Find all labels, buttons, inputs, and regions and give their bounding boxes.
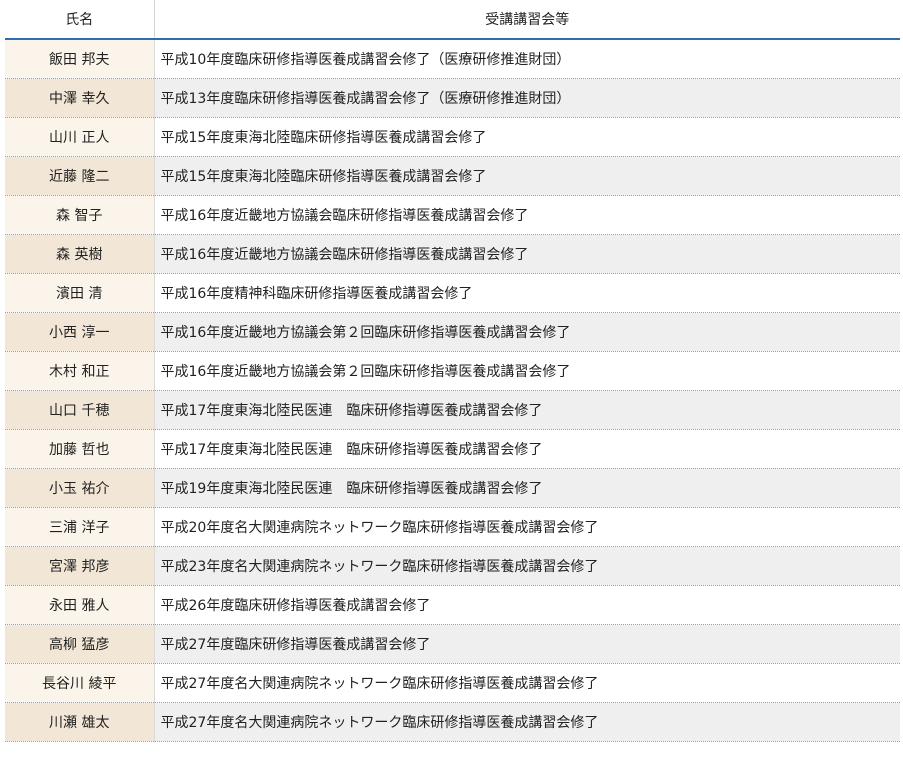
table-row: 加藤 哲也 平成17年度東海北陸民医連 臨床研修指導医養成講習会修了 [5,429,900,469]
instructor-name: 木村 和正 [5,351,155,391]
course-description: 平成16年度近畿地方協議会臨床研修指導医養成講習会修了 [154,195,900,235]
instructor-name: 近藤 隆二 [5,156,155,196]
table-row: 森 英樹 平成16年度近畿地方協議会臨床研修指導医養成講習会修了 [5,234,900,274]
course-description: 平成13年度臨床研修指導医養成講習会修了（医療研修推進財団） [154,78,900,118]
course-description: 平成23年度名大関連病院ネットワーク臨床研修指導医養成講習会修了 [154,546,900,586]
course-description: 平成27年度臨床研修指導医養成講習会修了 [154,624,900,664]
instructor-name: 永田 雅人 [5,585,155,625]
table-row: 宮澤 邦彦 平成23年度名大関連病院ネットワーク臨床研修指導医養成講習会修了 [5,546,900,586]
instructor-name: 山川 正人 [5,117,155,157]
course-description: 平成27年度名大関連病院ネットワーク臨床研修指導医養成講習会修了 [154,702,900,742]
course-description: 平成26年度臨床研修指導医養成講習会修了 [154,585,900,625]
course-description: 平成19年度東海北陸民医連 臨床研修指導医養成講習会修了 [154,468,900,508]
instructor-name: 中澤 幸久 [5,78,155,118]
page: 氏名 受講講習会等 飯田 邦夫 平成10年度臨床研修指導医養成講習会修了（医療研修… [0,0,903,762]
table-row: 木村 和正 平成16年度近畿地方協議会第２回臨床研修指導医養成講習会修了 [5,351,900,391]
table-row: 濱田 清平成16年度精神科臨床研修指導医養成講習会修了 [5,273,900,313]
table-row: 小玉 祐介 平成19年度東海北陸民医連 臨床研修指導医養成講習会修了 [5,468,900,508]
table-row: 小西 淳一 平成16年度近畿地方協議会第２回臨床研修指導医養成講習会修了 [5,312,900,352]
table-row: 山口 千穂 平成17年度東海北陸民医連 臨床研修指導医養成講習会修了 [5,390,900,430]
instructor-name: 小西 淳一 [5,312,155,352]
table-row: 長谷川 綾平 平成27年度名大関連病院ネットワーク臨床研修指導医養成講習会修了 [5,663,900,703]
instructor-course-table: 氏名 受講講習会等 飯田 邦夫 平成10年度臨床研修指導医養成講習会修了（医療研修… [5,0,900,742]
header-course: 受講講習会等 [154,0,900,40]
course-description: 平成17年度東海北陸民医連 臨床研修指導医養成講習会修了 [154,429,900,469]
instructor-name: 加藤 哲也 [5,429,155,469]
table-row: 川瀬 雄太 平成27年度名大関連病院ネットワーク臨床研修指導医養成講習会修了 [5,702,900,742]
table-row: 永田 雅人 平成26年度臨床研修指導医養成講習会修了 [5,585,900,625]
header-name: 氏名 [5,0,155,40]
course-description: 平成16年度精神科臨床研修指導医養成講習会修了 [154,273,900,313]
course-description: 平成17年度東海北陸民医連 臨床研修指導医養成講習会修了 [154,390,900,430]
instructor-name: 森 智子 [5,195,155,235]
instructor-name: 三浦 洋子 [5,507,155,547]
instructor-name: 高柳 猛彦 [5,624,155,664]
instructor-name: 宮澤 邦彦 [5,546,155,586]
instructor-name: 飯田 邦夫 [5,39,155,79]
course-description: 平成15年度東海北陸臨床研修指導医養成講習会修了 [154,156,900,196]
instructor-name: 小玉 祐介 [5,468,155,508]
instructor-name: 森 英樹 [5,234,155,274]
table-row: 森 智子 平成16年度近畿地方協議会臨床研修指導医養成講習会修了 [5,195,900,235]
table-row: 近藤 隆二 平成15年度東海北陸臨床研修指導医養成講習会修了 [5,156,900,196]
course-description: 平成20年度名大関連病院ネットワーク臨床研修指導医養成講習会修了 [154,507,900,547]
table-row: 中澤 幸久 平成13年度臨床研修指導医養成講習会修了（医療研修推進財団） [5,78,900,118]
table-row: 三浦 洋子 平成20年度名大関連病院ネットワーク臨床研修指導医養成講習会修了 [5,507,900,547]
instructor-name: 川瀬 雄太 [5,702,155,742]
table-row: 山川 正人 平成15年度東海北陸臨床研修指導医養成講習会修了 [5,117,900,157]
course-description: 平成16年度近畿地方協議会第２回臨床研修指導医養成講習会修了 [154,351,900,391]
course-description: 平成16年度近畿地方協議会臨床研修指導医養成講習会修了 [154,234,900,274]
course-description: 平成16年度近畿地方協議会第２回臨床研修指導医養成講習会修了 [154,312,900,352]
course-description: 平成15年度東海北陸臨床研修指導医養成講習会修了 [154,117,900,157]
course-description: 平成10年度臨床研修指導医養成講習会修了（医療研修推進財団） [154,39,900,79]
instructor-name: 山口 千穂 [5,390,155,430]
header-row: 氏名 受講講習会等 [5,0,900,40]
table-body: 飯田 邦夫 平成10年度臨床研修指導医養成講習会修了（医療研修推進財団） 中澤 幸久… [5,39,900,742]
course-description: 平成27年度名大関連病院ネットワーク臨床研修指導医養成講習会修了 [154,663,900,703]
table-row: 高柳 猛彦 平成27年度臨床研修指導医養成講習会修了 [5,624,900,664]
instructor-name: 濱田 清 [5,273,155,313]
table-row: 飯田 邦夫 平成10年度臨床研修指導医養成講習会修了（医療研修推進財団） [5,39,900,79]
table-header: 氏名 受講講習会等 [5,0,900,40]
instructor-name: 長谷川 綾平 [5,663,155,703]
